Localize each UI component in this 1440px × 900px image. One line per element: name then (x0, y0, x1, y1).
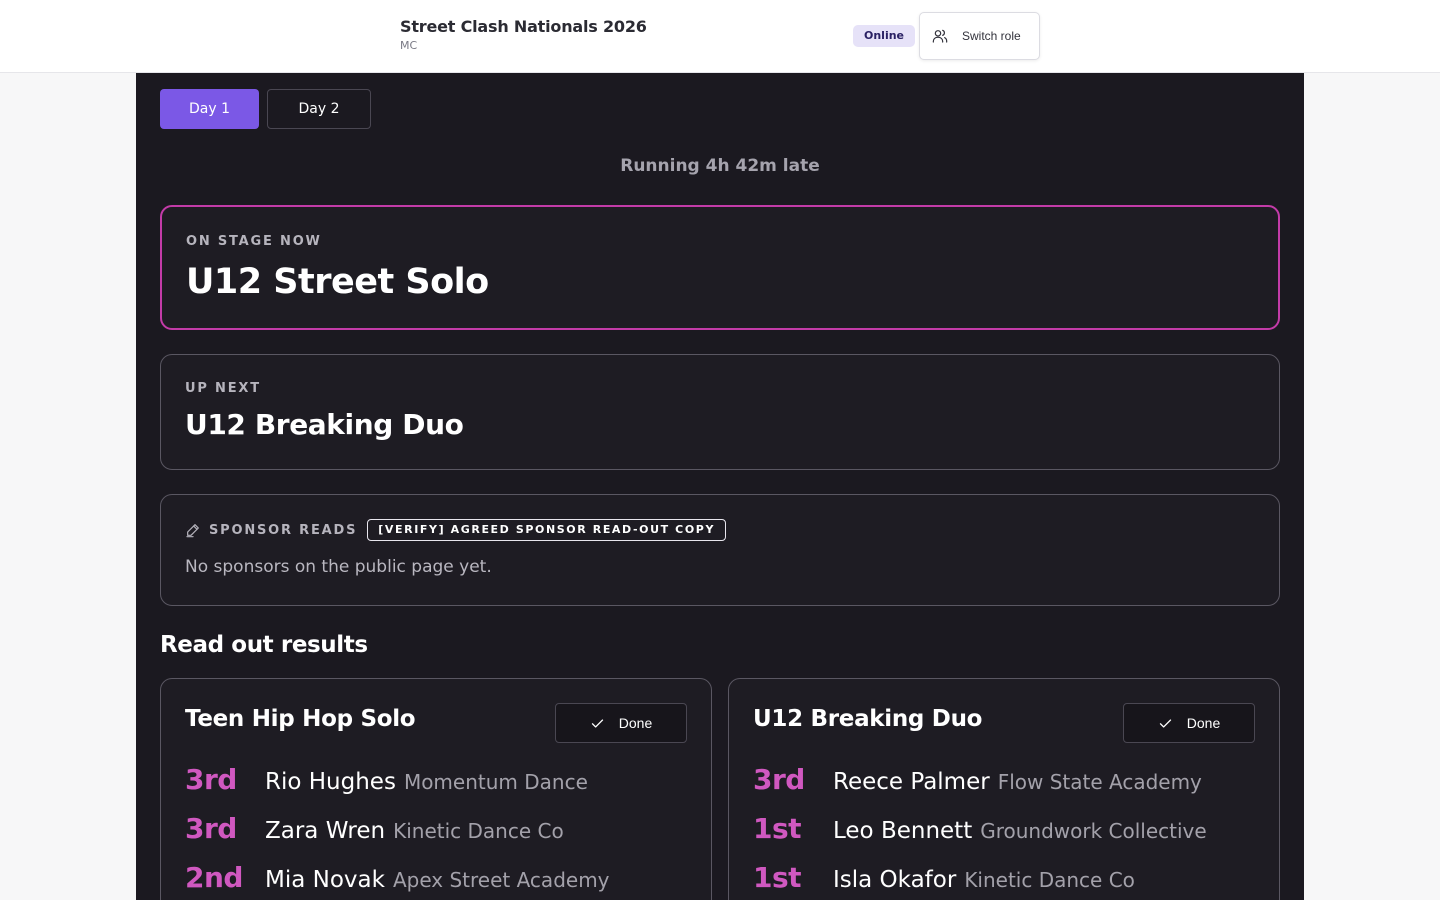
placement-row: 2nd Mia Novak Apex Street Academy (185, 861, 705, 894)
role-label: MC (400, 39, 418, 52)
top-bar: Street Clash Nationals 2026 MC Online Sw… (0, 0, 1440, 73)
check-icon (1159, 718, 1171, 728)
tab-day-2[interactable]: Day 2 (267, 89, 371, 129)
result-card-title: U12 Breaking Duo (753, 706, 983, 732)
done-button[interactable]: Done (1123, 703, 1255, 743)
read-out-results-title: Read out results (160, 632, 368, 658)
done-button[interactable]: Done (555, 703, 687, 743)
switch-role-button[interactable]: Switch role (919, 12, 1040, 60)
done-label: Done (1186, 715, 1221, 731)
dancer-name: Zara Wren (265, 818, 386, 844)
result-card-title: Teen Hip Hop Solo (185, 706, 416, 732)
on-stage-title: U12 Street Solo (186, 262, 489, 302)
up-next-card: UP NEXT U12 Breaking Duo (160, 354, 1280, 470)
result-card: Teen Hip Hop Solo Done 3rd Rio Hughes Mo… (160, 678, 712, 900)
done-label: Done (618, 715, 653, 731)
placement-row: 1st Isla Okafor Kinetic Dance Co (753, 861, 1273, 894)
on-stage-kicker: ON STAGE NOW (186, 234, 322, 249)
studio-name: Groundwork Collective (980, 819, 1207, 843)
studio-name: Momentum Dance (403, 770, 588, 794)
tab-day-1[interactable]: Day 1 (160, 89, 259, 129)
dancer-name: Reece Palmer (833, 769, 990, 795)
sponsor-empty-text: No sponsors on the public page yet. (185, 557, 492, 577)
on-stage-card: ON STAGE NOW U12 Street Solo (160, 205, 1280, 330)
running-late-status: Running 4h 42m late (620, 156, 820, 176)
online-status-badge: Online (853, 25, 916, 47)
dancer-name: Isla Okafor (833, 867, 957, 893)
dancer-name: Leo Bennett (833, 818, 973, 844)
placement-row: 3rd Reece Palmer Flow State Academy (753, 763, 1273, 796)
placement-row: 3rd Zara Wren Kinetic Dance Co (185, 812, 705, 845)
placement-rank: 2nd (185, 861, 243, 894)
mc-dashboard: Day 1 Day 2 Running 4h 42m late ON STAGE… (136, 73, 1304, 900)
placement-row: 1st Leo Bennett Groundwork Collective (753, 812, 1273, 845)
pen-icon (186, 524, 199, 538)
placement-rank: 3rd (185, 763, 237, 796)
sponsor-reads-card: SPONSOR READS [VERIFY] AGREED SPONSOR RE… (160, 494, 1280, 606)
placement-rank: 1st (753, 861, 802, 894)
event-title: Street Clash Nationals 2026 (400, 17, 647, 36)
switch-role-label: Switch role (962, 29, 1021, 43)
placement-rank: 1st (753, 812, 802, 845)
check-icon (591, 718, 603, 728)
up-next-kicker: UP NEXT (185, 381, 261, 396)
result-card: U12 Breaking Duo Done 3rd Reece Palmer F… (728, 678, 1280, 900)
verify-tag: [VERIFY] AGREED SPONSOR READ-OUT COPY (367, 519, 727, 541)
dancer-name: Mia Novak (265, 867, 385, 893)
studio-name: Kinetic Dance Co (964, 868, 1135, 892)
placement-rank: 3rd (185, 812, 237, 845)
up-next-title: U12 Breaking Duo (185, 408, 464, 441)
placement-rank: 3rd (753, 763, 805, 796)
studio-name: Apex Street Academy (392, 868, 610, 892)
sponsor-kicker: SPONSOR READS (209, 522, 358, 538)
sponsor-header: SPONSOR READS [VERIFY] AGREED SPONSOR RE… (185, 519, 727, 541)
placement-row: 3rd Rio Hughes Momentum Dance (185, 763, 705, 796)
users-icon (932, 29, 948, 43)
studio-name: Kinetic Dance Co (393, 819, 564, 843)
dancer-name: Rio Hughes (265, 769, 396, 795)
studio-name: Flow State Academy (997, 770, 1202, 794)
